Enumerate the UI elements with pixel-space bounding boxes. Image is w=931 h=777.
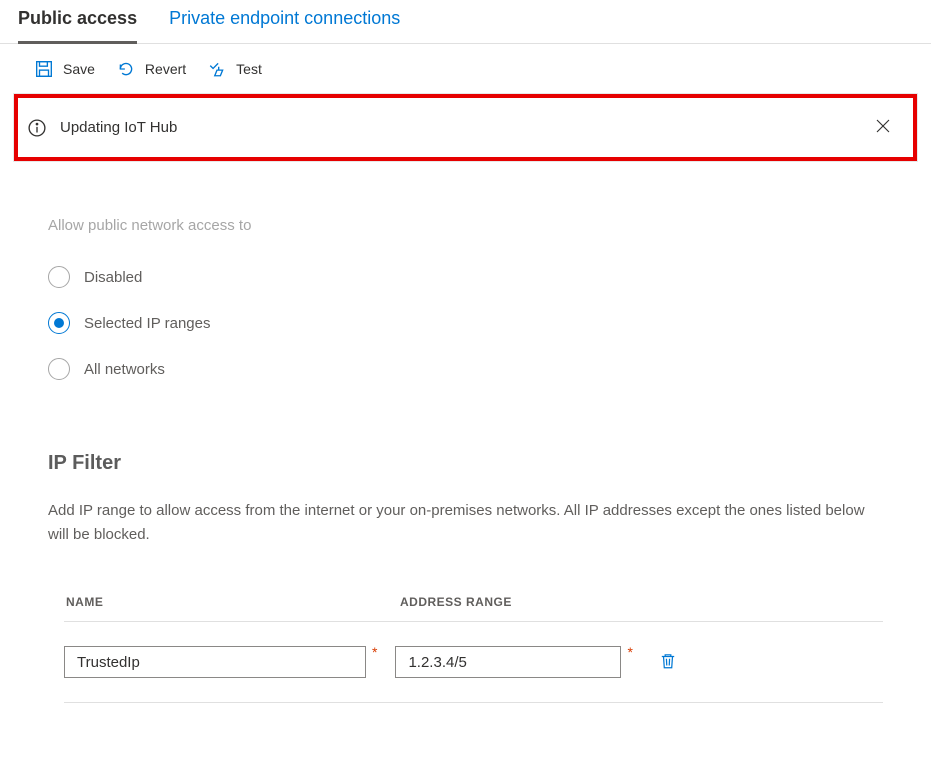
column-range: ADDRESS RANGE — [400, 595, 680, 609]
column-name: NAME — [66, 595, 400, 609]
radio-option-all[interactable]: All networks — [48, 346, 883, 392]
radio-label-selected-ip: Selected IP ranges — [84, 315, 210, 332]
trash-icon — [659, 652, 677, 670]
ip-filter-heading: IP Filter — [48, 452, 883, 475]
required-marker: * — [372, 644, 377, 660]
radio-disabled[interactable] — [48, 266, 70, 288]
table-row: * * — [64, 622, 883, 703]
tabs: Public access Private endpoint connectio… — [0, 0, 931, 44]
close-notification-button[interactable] — [871, 114, 895, 141]
delete-row-button[interactable] — [657, 648, 679, 677]
close-icon — [875, 118, 891, 134]
ip-filter-table: NAME ADDRESS RANGE * * — [48, 595, 883, 703]
test-label: Test — [236, 61, 262, 77]
main-content: Allow public network access to Disabled … — [0, 161, 931, 733]
notification-text: Updating IoT Hub — [60, 119, 871, 136]
test-icon — [208, 60, 226, 78]
radio-label-disabled: Disabled — [84, 269, 142, 286]
notification-banner: Updating IoT Hub — [14, 94, 917, 161]
radio-selected-ip[interactable] — [48, 312, 70, 334]
save-icon — [35, 60, 53, 78]
ip-filter-description: Add IP range to allow access from the in… — [48, 499, 883, 547]
radio-all[interactable] — [48, 358, 70, 380]
save-button[interactable]: Save — [35, 58, 105, 80]
range-input[interactable] — [395, 646, 621, 678]
tab-public-access[interactable]: Public access — [18, 2, 137, 44]
info-icon — [28, 119, 46, 137]
radio-option-disabled[interactable]: Disabled — [48, 254, 883, 300]
table-header: NAME ADDRESS RANGE — [64, 595, 883, 622]
access-radio-group: Disabled Selected IP ranges All networks — [48, 254, 883, 392]
required-marker: * — [627, 644, 632, 660]
test-button[interactable]: Test — [208, 58, 272, 80]
radio-label-all: All networks — [84, 361, 165, 378]
tab-private-endpoint[interactable]: Private endpoint connections — [169, 2, 400, 44]
name-input[interactable] — [64, 646, 366, 678]
toolbar: Save Revert Test — [0, 44, 931, 94]
revert-icon — [117, 60, 135, 78]
access-label: Allow public network access to — [48, 217, 883, 234]
radio-option-selected-ip[interactable]: Selected IP ranges — [48, 300, 883, 346]
revert-button[interactable]: Revert — [117, 58, 196, 80]
save-label: Save — [63, 61, 95, 77]
revert-label: Revert — [145, 61, 186, 77]
